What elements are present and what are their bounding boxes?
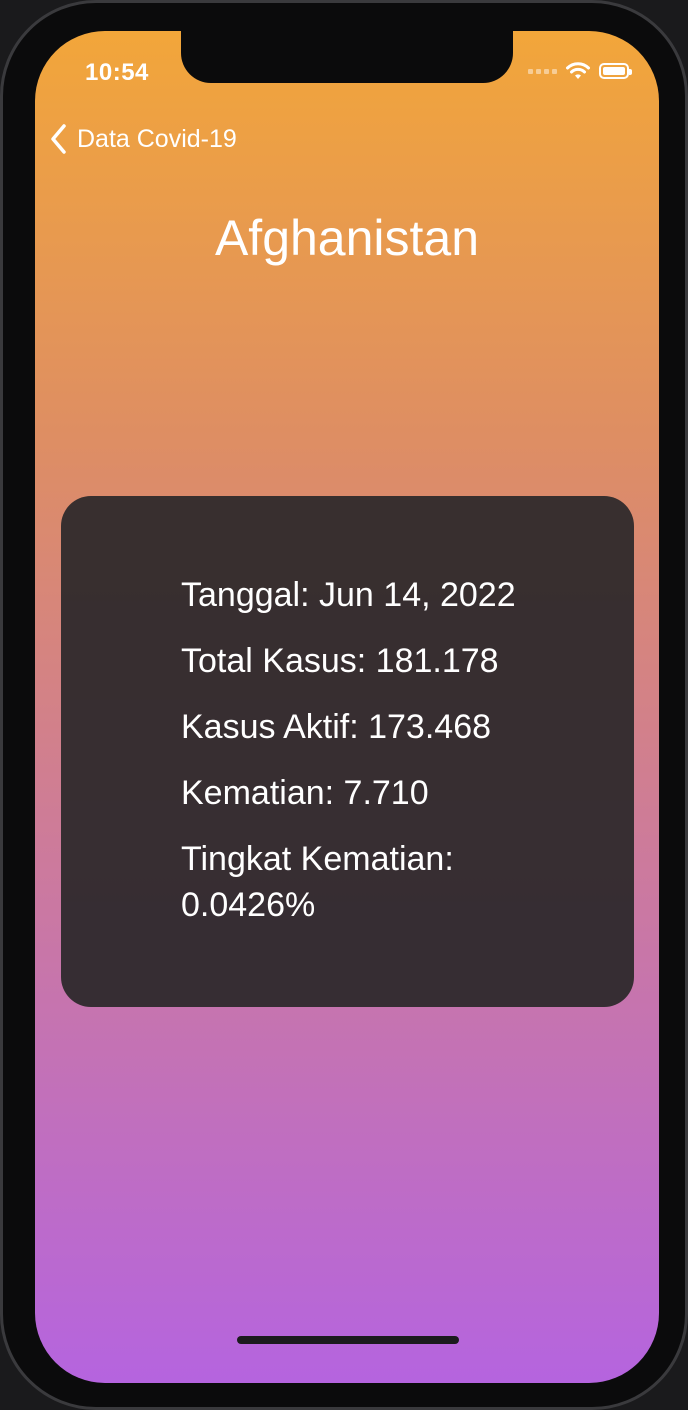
stat-active-cases-value: 173.468 bbox=[368, 708, 492, 746]
stat-total-cases: Total Kasus181.178 bbox=[181, 638, 581, 684]
stats-list: TanggalJun 14, 2022 Total Kasus181.178 K… bbox=[181, 572, 581, 948]
back-button[interactable]: Data Covid-19 bbox=[49, 123, 237, 155]
stat-total-cases-label: Total Kasus bbox=[181, 642, 376, 680]
home-indicator[interactable] bbox=[237, 1336, 459, 1344]
stat-total-cases-value: 181.178 bbox=[375, 642, 499, 680]
stat-deaths: Kematian7.710 bbox=[181, 770, 581, 816]
wifi-icon bbox=[566, 62, 590, 79]
phone-frame: 10:54 Data Covid-19 Afghanistan Tanggal … bbox=[0, 0, 688, 1410]
battery-icon bbox=[599, 63, 632, 79]
app-screen: 10:54 Data Covid-19 Afghanistan Tanggal … bbox=[35, 31, 659, 1383]
cellular-signal-icon bbox=[528, 68, 557, 74]
stats-card: TanggalJun 14, 2022 Total Kasus181.178 K… bbox=[61, 496, 634, 1007]
device-notch bbox=[181, 31, 513, 83]
status-icons bbox=[528, 61, 632, 81]
stat-deaths-value: 7.710 bbox=[343, 774, 429, 812]
stat-active-cases: Kasus Aktif173.468 bbox=[181, 704, 581, 750]
stat-date-label: Tanggal bbox=[181, 576, 319, 614]
stat-death-rate-label: Tingkat Kematian bbox=[181, 840, 454, 878]
page-title: Afghanistan bbox=[214, 210, 480, 266]
stat-date: TanggalJun 14, 2022 bbox=[181, 572, 581, 618]
stat-date-value: Jun 14, 2022 bbox=[319, 576, 516, 614]
stat-death-rate: Tingkat Kematian 0.0426% bbox=[181, 836, 581, 928]
status-time: 10:54 bbox=[85, 59, 149, 86]
stat-deaths-label: Kematian bbox=[181, 774, 344, 812]
back-button-label: Data Covid-19 bbox=[77, 124, 237, 153]
chevron-left-icon bbox=[51, 124, 66, 154]
stat-death-rate-value: 0.0426% bbox=[181, 886, 316, 924]
stat-active-cases-label: Kasus Aktif bbox=[181, 708, 368, 746]
